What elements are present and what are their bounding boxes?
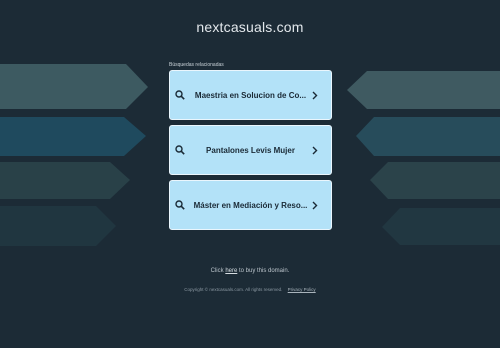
search-icon [175, 200, 185, 210]
copyright-text: Copyright © nextcasuals.com. All rights … [184, 287, 283, 292]
bg-arrow-left-4 [0, 206, 116, 246]
chevron-right-icon [312, 91, 318, 100]
domain-title: nextcasuals.com [196, 19, 304, 35]
chevron-right-icon [312, 201, 318, 210]
related-search-label: Maestria en Solucion de Co... [194, 90, 307, 100]
bg-arrow-left-2 [0, 117, 146, 156]
bg-arrow-right-2 [356, 117, 500, 156]
buy-domain-link[interactable]: here [225, 268, 237, 274]
bg-arrow-left-3 [0, 162, 130, 199]
related-search-card-1[interactable]: Maestria en Solucion de Co... [169, 70, 332, 120]
related-search-label: Pantalones Levis Mujer [206, 145, 295, 155]
buy-domain-line: Click here to buy this domain. [0, 268, 500, 274]
bg-arrow-left-1 [0, 64, 148, 109]
bg-arrow-right-1 [347, 71, 500, 109]
bg-arrow-right-4 [382, 208, 500, 245]
privacy-policy-link[interactable]: Privacy Policy [288, 287, 316, 292]
related-search-card-2[interactable]: Pantalones Levis Mujer [169, 125, 332, 175]
related-search-label: Máster en Mediación y Reso... [193, 200, 308, 210]
search-icon [175, 145, 185, 155]
bg-arrow-right-3 [370, 162, 500, 199]
chevron-right-icon [312, 146, 318, 155]
search-icon [175, 90, 185, 100]
related-searches-caption: Búsquedas relacionadas [169, 62, 224, 68]
buy-suffix: to buy this domain. [237, 268, 290, 274]
buy-prefix: Click [210, 268, 226, 274]
footer: Copyright © nextcasuals.com. All rights … [0, 287, 500, 292]
related-search-card-3[interactable]: Máster en Mediación y Reso... [169, 180, 332, 230]
